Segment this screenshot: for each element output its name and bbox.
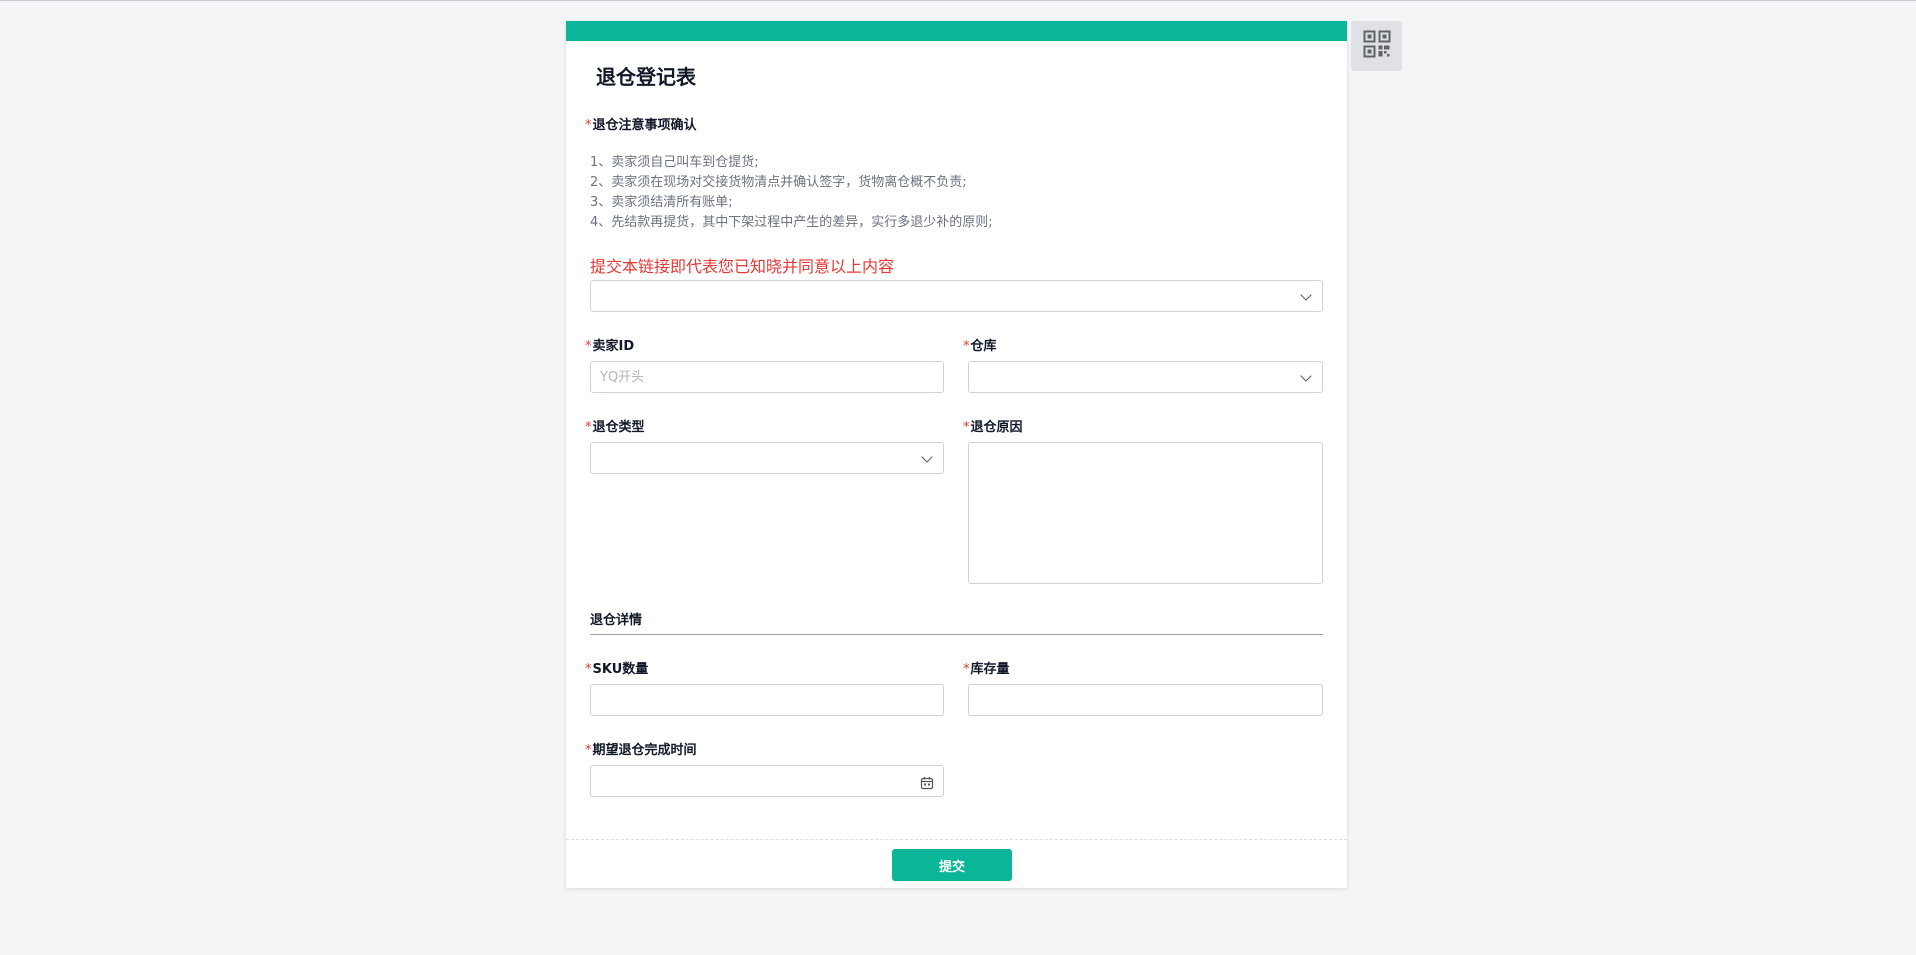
return-type-label: *退仓类型 — [585, 420, 645, 435]
warehouse-label: *仓库 — [963, 339, 997, 354]
expected-time-picker[interactable] — [590, 765, 944, 797]
stock-qty-input[interactable] — [969, 685, 1322, 715]
required-mark: * — [585, 420, 592, 435]
warehouse-select[interactable] — [968, 361, 1323, 393]
notice-line: 1、卖家须自己叫车到仓提货; — [590, 155, 759, 170]
form-header-bar — [566, 21, 1347, 41]
sku-count-input[interactable] — [591, 685, 943, 715]
top-border — [0, 0, 1916, 1]
notice-line: 2、卖家须在现场对交接货物清点并确认签字，货物离仓概不负责; — [590, 175, 967, 190]
agree-select[interactable] — [590, 280, 1323, 312]
return-reason-field[interactable] — [968, 442, 1323, 584]
seller-id-input[interactable] — [591, 362, 943, 392]
notice-line: 3、卖家须结清所有账单; — [590, 195, 733, 210]
form-card: 退仓登记表 *退仓注意事项确认 1、卖家须自己叫车到仓提货; 2、卖家须在现场对… — [566, 21, 1347, 888]
notice-label: *退仓注意事项确认 — [585, 118, 697, 133]
required-mark: * — [585, 743, 592, 758]
notice-line: 4、先结款再提货，其中下架过程中产生的差异，实行多退少补的原则; — [590, 215, 993, 230]
return-type-select-value[interactable] — [591, 443, 943, 473]
return-reason-label: *退仓原因 — [963, 420, 1023, 435]
required-mark: * — [963, 339, 970, 354]
stock-qty-label: *库存量 — [963, 662, 1010, 677]
stock-qty-field[interactable] — [968, 684, 1323, 716]
required-mark: * — [963, 420, 970, 435]
footer-divider — [566, 839, 1347, 840]
qr-code-icon — [1363, 30, 1391, 62]
return-reason-textarea[interactable] — [969, 443, 1322, 583]
details-section-title: 退仓详情 — [590, 609, 1323, 635]
agree-notice: 提交本链接即代表您已知晓并同意以上内容 — [590, 257, 895, 276]
seller-id-field[interactable] — [590, 361, 944, 393]
required-mark: * — [585, 662, 592, 677]
form-title: 退仓登记表 — [596, 65, 696, 89]
return-type-select[interactable] — [590, 442, 944, 474]
expected-time-input[interactable] — [591, 766, 943, 796]
required-mark: * — [963, 662, 970, 677]
seller-id-label: *卖家ID — [585, 339, 635, 354]
expected-time-label: *期望退仓完成时间 — [585, 743, 697, 758]
submit-button[interactable]: 提交 — [892, 849, 1012, 881]
qr-code-button[interactable] — [1351, 21, 1402, 71]
agree-select-value[interactable] — [591, 281, 1322, 311]
calendar-icon[interactable] — [920, 775, 934, 790]
notice-list: 1、卖家须自己叫车到仓提货; 2、卖家须在现场对交接货物清点并确认签字，货物离仓… — [590, 153, 993, 233]
sku-count-label: *SKU数量 — [585, 662, 649, 677]
required-mark: * — [585, 118, 592, 133]
sku-count-field[interactable] — [590, 684, 944, 716]
warehouse-select-value[interactable] — [969, 362, 1322, 392]
required-mark: * — [585, 339, 592, 354]
